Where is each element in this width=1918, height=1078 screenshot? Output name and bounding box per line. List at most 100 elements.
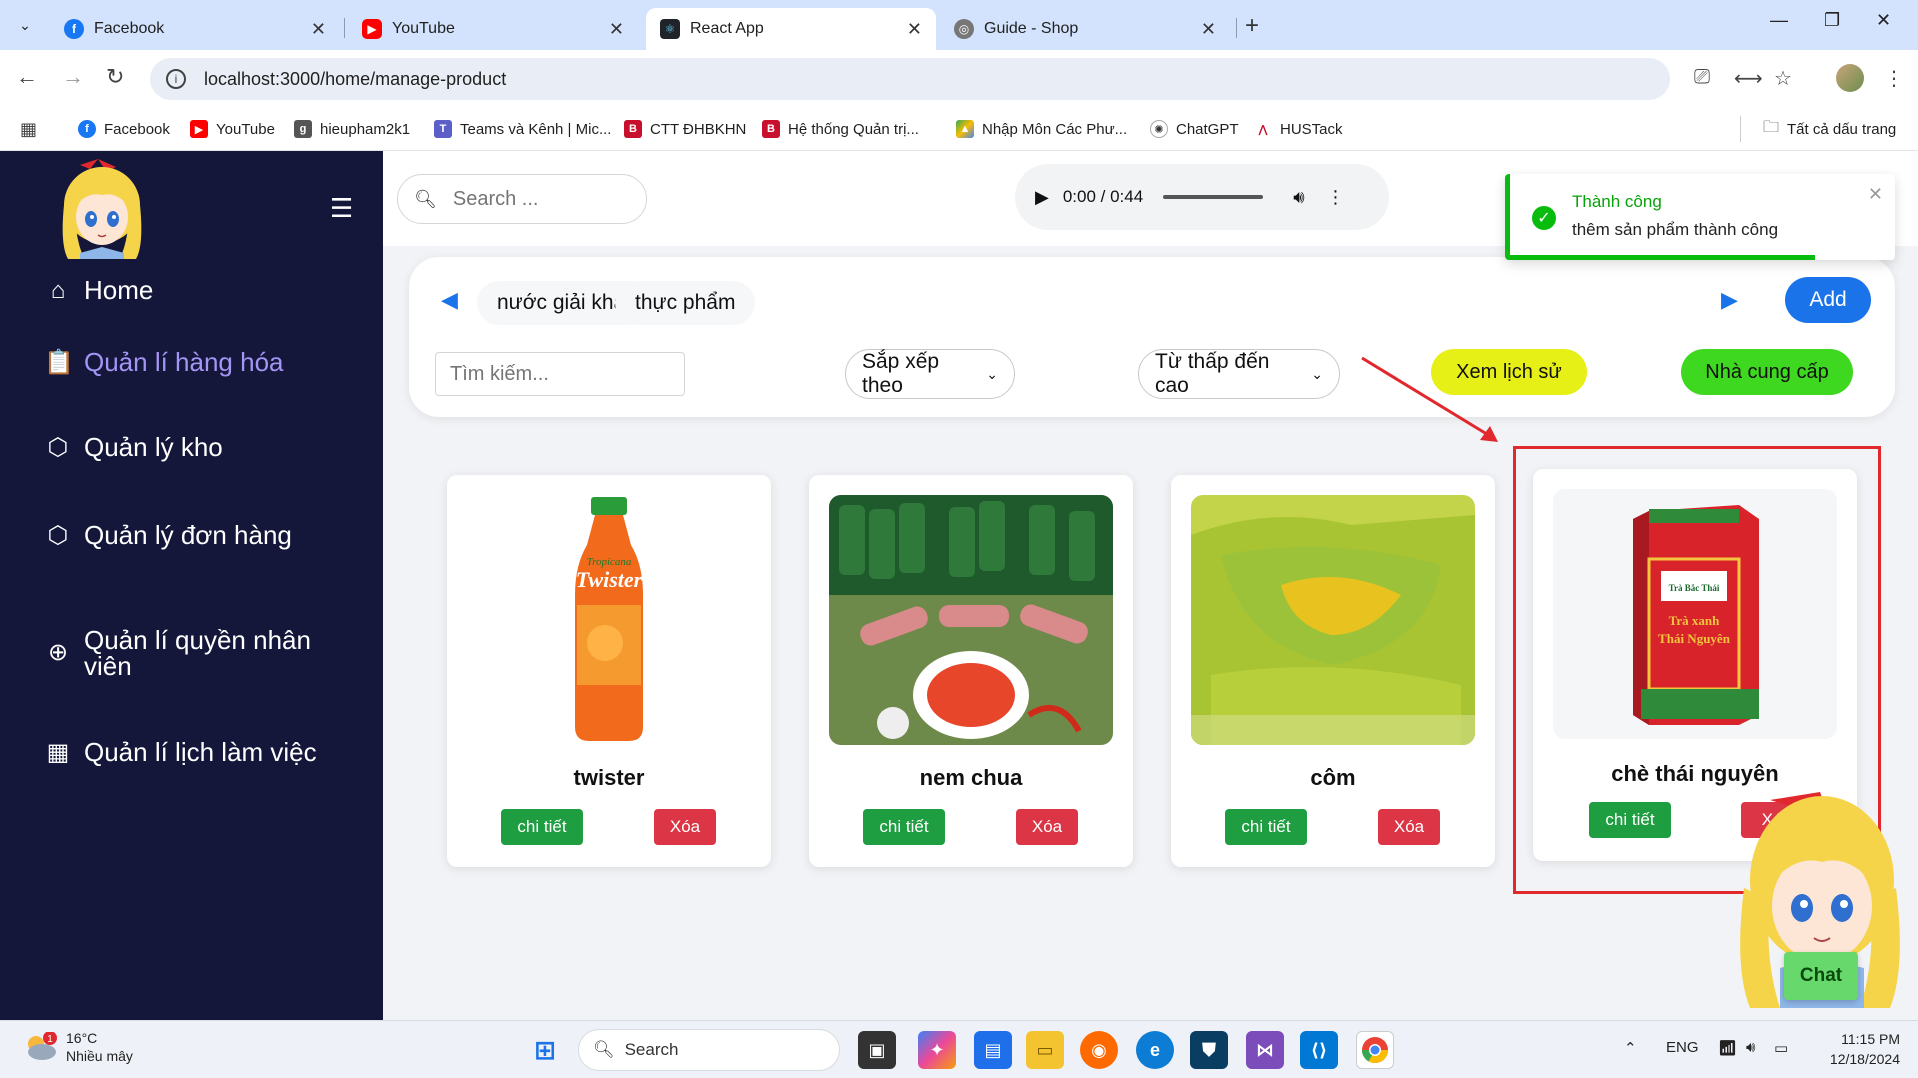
all-bookmarks[interactable]: 🗀 Tất cả dấu trang xyxy=(1740,116,1896,142)
delete-button[interactable]: Xóa xyxy=(1378,809,1440,845)
sidebar-item-products[interactable]: 📋 Quản lí hàng hóa xyxy=(44,347,344,378)
product-card: côm chi tiết Xóa xyxy=(1171,475,1495,867)
bookmark-teams[interactable]: T Teams và Kênh | Mic... xyxy=(434,116,611,142)
file-explorer-icon[interactable]: ▭ xyxy=(1026,1031,1064,1069)
translate-icon[interactable]: ⟷ xyxy=(1734,66,1763,91)
bookmark-youtube[interactable]: ▶ YouTube xyxy=(190,116,275,142)
tab-guide-shop[interactable]: ◎ Guide - Shop ✕ xyxy=(940,8,1230,50)
react-icon: ⚛ xyxy=(660,19,680,39)
wifi-icon[interactable]: 📶︎ xyxy=(1718,1039,1737,1057)
close-icon[interactable]: ✕ xyxy=(1868,184,1883,205)
hamburger-menu-icon[interactable]: ☰ xyxy=(330,193,353,224)
tab-react-app[interactable]: ⚛ React App ✕ xyxy=(646,8,936,50)
menu-dots-icon[interactable]: ⋮ xyxy=(1884,66,1904,91)
taskbar-search[interactable]: 🔍︎ Search xyxy=(578,1029,840,1071)
sort-select[interactable]: Sắp xếp theo ⌄ xyxy=(845,349,1015,399)
reload-icon[interactable]: ↻ xyxy=(106,64,124,90)
close-icon[interactable]: ✕ xyxy=(609,19,624,40)
order-select[interactable]: Từ thấp đến cao ⌄ xyxy=(1138,349,1340,399)
product-card: nem chua chi tiết Xóa xyxy=(809,475,1133,867)
new-tab-icon[interactable]: + xyxy=(1245,12,1259,40)
language-indicator[interactable]: ENG xyxy=(1666,1039,1699,1056)
bookmark-nhap-mon[interactable]: ▲ Nhập Môn Các Phư... xyxy=(956,116,1127,142)
window-close-icon[interactable]: ✕ xyxy=(1876,10,1891,31)
facebook-icon: f xyxy=(64,19,84,39)
folder-icon: 🗀 xyxy=(1763,118,1780,136)
delete-button[interactable]: Xóa xyxy=(654,809,716,845)
apps-grid-icon[interactable]: ▦ xyxy=(20,116,37,142)
cast-icon[interactable]: ⎚ xyxy=(1694,66,1710,89)
sidebar-item-warehouse[interactable]: ⬡ Quản lý kho xyxy=(44,432,344,463)
scroll-left-icon[interactable]: ◀ xyxy=(441,287,458,313)
play-icon[interactable]: ▶ xyxy=(1035,187,1049,208)
bookmark-label: Teams và Kênh | Mic... xyxy=(460,120,612,138)
toast-progress-bar xyxy=(1510,255,1815,260)
more-options-icon[interactable]: ⋮ xyxy=(1327,187,1345,208)
chrome-icon[interactable] xyxy=(1356,1031,1394,1069)
bookmark-label: HUSTack xyxy=(1280,120,1343,138)
sidebar-item-permissions[interactable]: ⊕ Quản lí quyền nhân viên xyxy=(44,627,344,679)
bookmark-hustack[interactable]: ⋀ HUSTack xyxy=(1254,116,1343,142)
annotation-arrow xyxy=(1361,356,1498,442)
forward-arrow-icon[interactable]: → xyxy=(62,64,84,90)
bookmark-label: CTT ĐHBKHN xyxy=(650,120,747,138)
windows-terminal-icon[interactable]: ⛊ xyxy=(1190,1031,1228,1069)
omnibox[interactable]: i localhost:3000/home/manage-product xyxy=(150,58,1670,100)
minimize-icon[interactable]: — xyxy=(1770,10,1788,31)
supplier-button[interactable]: Nhà cung cấp xyxy=(1681,349,1853,395)
weather-widget[interactable]: 1 16°C Nhiều mây xyxy=(22,1029,133,1065)
battery-icon[interactable]: ▭ xyxy=(1774,1039,1788,1057)
delete-button[interactable]: Xóa xyxy=(1016,809,1078,845)
weather-badge: 1 xyxy=(47,1034,53,1045)
category-chip[interactable]: thực phẩm xyxy=(615,281,756,325)
system-clock[interactable]: 11:15 PM 12/18/2024 xyxy=(1810,1029,1900,1069)
url-text[interactable]: localhost:3000/home/manage-product xyxy=(204,69,506,90)
global-search[interactable]: 🔍︎ xyxy=(397,174,647,224)
tray-chevron-up-icon[interactable]: ⌃ xyxy=(1624,1039,1637,1057)
bookmark-chatgpt[interactable]: ✺ ChatGPT xyxy=(1150,116,1239,142)
tab-search-dropdown-icon[interactable]: ⌄ xyxy=(10,10,40,40)
github-icon: g xyxy=(294,120,312,138)
chat-button[interactable]: Chat xyxy=(1784,952,1858,1000)
search-icon: 🔍︎ xyxy=(593,1040,615,1059)
vscode-icon[interactable]: ⟨⟩ xyxy=(1300,1031,1338,1069)
visual-studio-icon[interactable]: ⋈ xyxy=(1246,1031,1284,1069)
close-icon[interactable]: ✕ xyxy=(907,19,922,40)
order-select-value: Từ thấp đến cao xyxy=(1155,350,1270,397)
volume-icon[interactable]: 🔊︎ xyxy=(1746,1039,1755,1056)
tab-facebook[interactable]: f Facebook ✕ xyxy=(50,8,340,50)
firefox-icon[interactable]: ◉ xyxy=(1080,1031,1118,1069)
bookmark-hieupham[interactable]: g hieupham2k1 xyxy=(294,116,410,142)
close-icon[interactable]: ✕ xyxy=(1201,19,1216,40)
com-cake-image xyxy=(1191,495,1475,745)
scroll-right-icon[interactable]: ▶ xyxy=(1721,287,1738,313)
bookmark-facebook[interactable]: f Facebook xyxy=(78,116,170,142)
site-info-icon[interactable]: i xyxy=(166,69,186,89)
detail-button[interactable]: chi tiết xyxy=(863,809,945,845)
product-filter-input[interactable] xyxy=(435,352,685,396)
task-view-icon[interactable]: ▣ xyxy=(858,1031,896,1069)
add-button[interactable]: Add xyxy=(1785,277,1871,323)
close-icon[interactable]: ✕ xyxy=(311,19,326,40)
search-input[interactable] xyxy=(452,187,633,211)
restore-icon[interactable]: ❐ xyxy=(1824,10,1840,31)
bookmark-he-thong[interactable]: B Hệ thống Quản trị... xyxy=(762,116,919,142)
detail-button[interactable]: chi tiết xyxy=(1225,809,1307,845)
edge-icon[interactable]: e xyxy=(1136,1031,1174,1069)
bookmark-ctt[interactable]: B CTT ĐHBKHN xyxy=(624,116,746,142)
copilot-icon[interactable]: ✦ xyxy=(918,1031,956,1069)
detail-button[interactable]: chi tiết xyxy=(501,809,583,845)
sidebar-item-schedule[interactable]: ▦ Quản lí lịch làm việc xyxy=(44,737,344,768)
windows-start-icon[interactable]: ⊞ xyxy=(526,1031,564,1069)
bookmark-star-icon[interactable]: ☆ xyxy=(1774,66,1792,91)
tab-youtube[interactable]: ▶ YouTube ✕ xyxy=(348,8,638,50)
sidebar-item-orders[interactable]: ⬡ Quản lý đơn hàng xyxy=(44,520,344,551)
back-arrow-icon[interactable]: ← xyxy=(16,64,38,90)
store-icon[interactable]: ▤ xyxy=(974,1031,1012,1069)
volume-icon[interactable]: 🔊︎ xyxy=(1293,187,1304,208)
audio-progress-bar[interactable] xyxy=(1163,195,1264,199)
profile-avatar[interactable] xyxy=(1836,64,1864,92)
sidebar: ☰ ⌂ Home 📋 Quản lí hàng hóa ⬡ Quản lý kh… xyxy=(0,151,383,1020)
sidebar-item-home[interactable]: ⌂ Home xyxy=(44,275,344,306)
youtube-icon: ▶ xyxy=(190,120,208,138)
